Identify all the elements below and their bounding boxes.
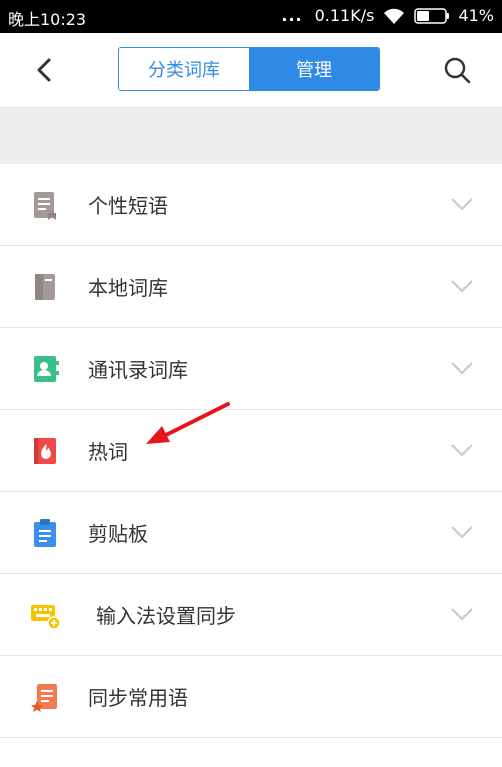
chevron-left-icon[interactable] [30,55,60,85]
document-icon [34,192,56,220]
list-item-label: 剪贴板 [88,522,148,546]
tab-category-lexicon[interactable]: 分类词库 [119,48,249,90]
list-item-label: 个性短语 [88,194,168,218]
search-icon[interactable] [442,55,472,85]
network-speed: 0.11K/s [314,6,375,25]
list-item-label: 输入法设置同步 [96,604,236,628]
flame-book-icon [34,438,56,464]
status-time: 晚上10:23 [8,10,87,29]
signal-dots: ... [281,6,303,25]
star-note-icon [31,684,57,712]
chevron-down-icon [451,198,473,211]
top-bar: 分类词库 管理 [0,33,502,108]
contacts-book-icon [34,356,59,382]
clipboard-icon [34,519,56,547]
book-icon [35,274,55,300]
management-list: 个性短语 本地词库 通讯录词库 热词 剪贴板 输入法设置同步 同步常用语 [0,164,502,738]
status-bar: 晚上10:23 ... 0.11K/s 41% [0,0,502,33]
segmented-control: 分类词库 管理 [118,47,380,91]
list-item-custom-phrases[interactable]: 个性短语 [0,164,502,246]
chevron-down-icon [451,280,473,293]
chevron-down-icon [451,608,473,621]
list-item-label: 热词 [88,440,128,464]
battery-icon [414,7,450,24]
list-item-label: 本地词库 [88,276,168,300]
chevron-down-icon [451,362,473,375]
list-item-label: 同步常用语 [88,686,188,710]
list-item-local-lexicon[interactable]: 本地词库 [0,246,502,328]
list-item-hot-words[interactable]: 热词 [0,410,502,492]
section-spacer [0,108,502,164]
battery-percent: 41% [458,6,494,25]
list-item-ime-settings-sync[interactable]: 输入法设置同步 [0,574,502,656]
list-item-contacts-lexicon[interactable]: 通讯录词库 [0,328,502,410]
tab-manage[interactable]: 管理 [249,48,379,90]
keyboard-sync-icon [31,605,61,630]
list-item-label: 通讯录词库 [88,358,188,382]
chevron-down-icon [451,444,473,457]
status-right: ... 0.11K/s 41% [281,6,494,25]
chevron-down-icon [451,526,473,539]
list-item-sync-common-phrases[interactable]: 同步常用语 [0,656,502,738]
list-item-clipboard[interactable]: 剪贴板 [0,492,502,574]
wifi-icon [384,8,405,24]
